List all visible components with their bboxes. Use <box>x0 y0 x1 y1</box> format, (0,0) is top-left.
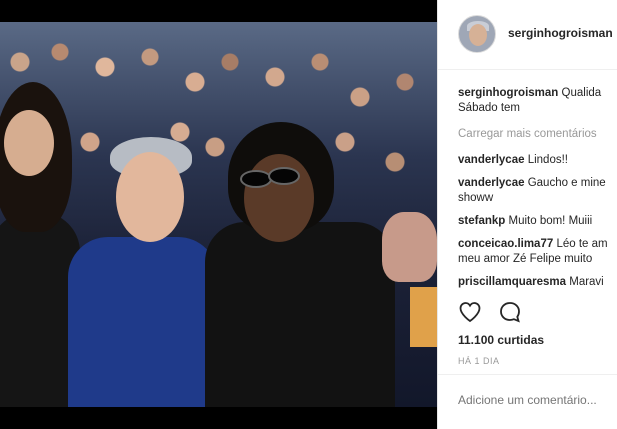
caption-username[interactable]: serginhogroisman <box>458 87 558 99</box>
caption-text: Qualida <box>561 87 602 99</box>
comment-item: conceicao.lima77 Léo te am meu amor Zé F… <box>458 237 617 267</box>
heart-icon[interactable] <box>458 300 482 324</box>
post-timestamp[interactable]: HÁ 1 DIA <box>458 356 500 366</box>
post-actions <box>458 300 617 324</box>
person-left-face <box>4 110 54 176</box>
comment-text: Léo te am <box>556 238 608 250</box>
avatar[interactable] <box>458 15 496 53</box>
post-header: serginhogroisman <box>438 0 617 70</box>
comment-username[interactable]: priscillamquaresma <box>458 276 566 288</box>
person-middle-face <box>116 152 184 242</box>
comment-text: Gaucho e mine <box>527 177 606 189</box>
sunglasses-right-lens <box>268 167 300 185</box>
cartoon-figure-body <box>410 287 437 347</box>
post-sidebar: serginhogroisman serginhogroisman Qualid… <box>437 0 617 429</box>
comment-item: vanderlycae Lindos!! <box>458 153 617 168</box>
add-comment-bar <box>438 374 617 429</box>
post-photo[interactable] <box>0 0 437 429</box>
comment-item: stefankp Muito bom! Muiii <box>458 214 617 229</box>
photo-letterbox-top <box>0 0 437 22</box>
person-right-body <box>205 222 395 407</box>
comment-item: priscillamquaresma Maravi <box>458 275 617 290</box>
comment-icon[interactable] <box>498 300 522 324</box>
comment-text: Maravi <box>569 276 604 288</box>
sunglasses-left-lens <box>240 170 272 188</box>
load-more-comments-link[interactable]: Carregar mais comentários <box>458 128 597 140</box>
post-author-username[interactable]: serginhogroisman <box>508 26 613 40</box>
person-middle-body <box>68 237 218 407</box>
comment-username[interactable]: vanderlycae <box>458 154 525 166</box>
comment-item: vanderlycae Gaucho e mine showw <box>458 176 617 206</box>
caption-text-line2: Sábado tem <box>458 102 521 114</box>
comments-list: vanderlycae Lindos!! vanderlycae Gaucho … <box>458 153 617 298</box>
likes-count[interactable]: 11.100 curtidas <box>458 333 544 347</box>
instagram-post-modal: serginhogroisman serginhogroisman Qualid… <box>0 0 617 429</box>
comment-input[interactable] <box>458 393 617 407</box>
comment-username[interactable]: conceicao.lima77 <box>458 238 553 250</box>
comment-text: Lindos!! <box>527 154 568 166</box>
cartoon-figure-head <box>382 212 437 282</box>
comment-text-continuation: showw <box>458 192 494 204</box>
comment-text-continuation: meu amor Zé Felipe muito <box>458 253 593 265</box>
post-caption: serginhogroisman Qualida Sábado tem <box>458 86 617 116</box>
comment-username[interactable]: vanderlycae <box>458 177 525 189</box>
photo-content <box>0 22 437 407</box>
photo-letterbox-bottom <box>0 407 437 429</box>
comment-username[interactable]: stefankp <box>458 215 505 227</box>
comment-text: Muito bom! Muiii <box>508 215 593 227</box>
